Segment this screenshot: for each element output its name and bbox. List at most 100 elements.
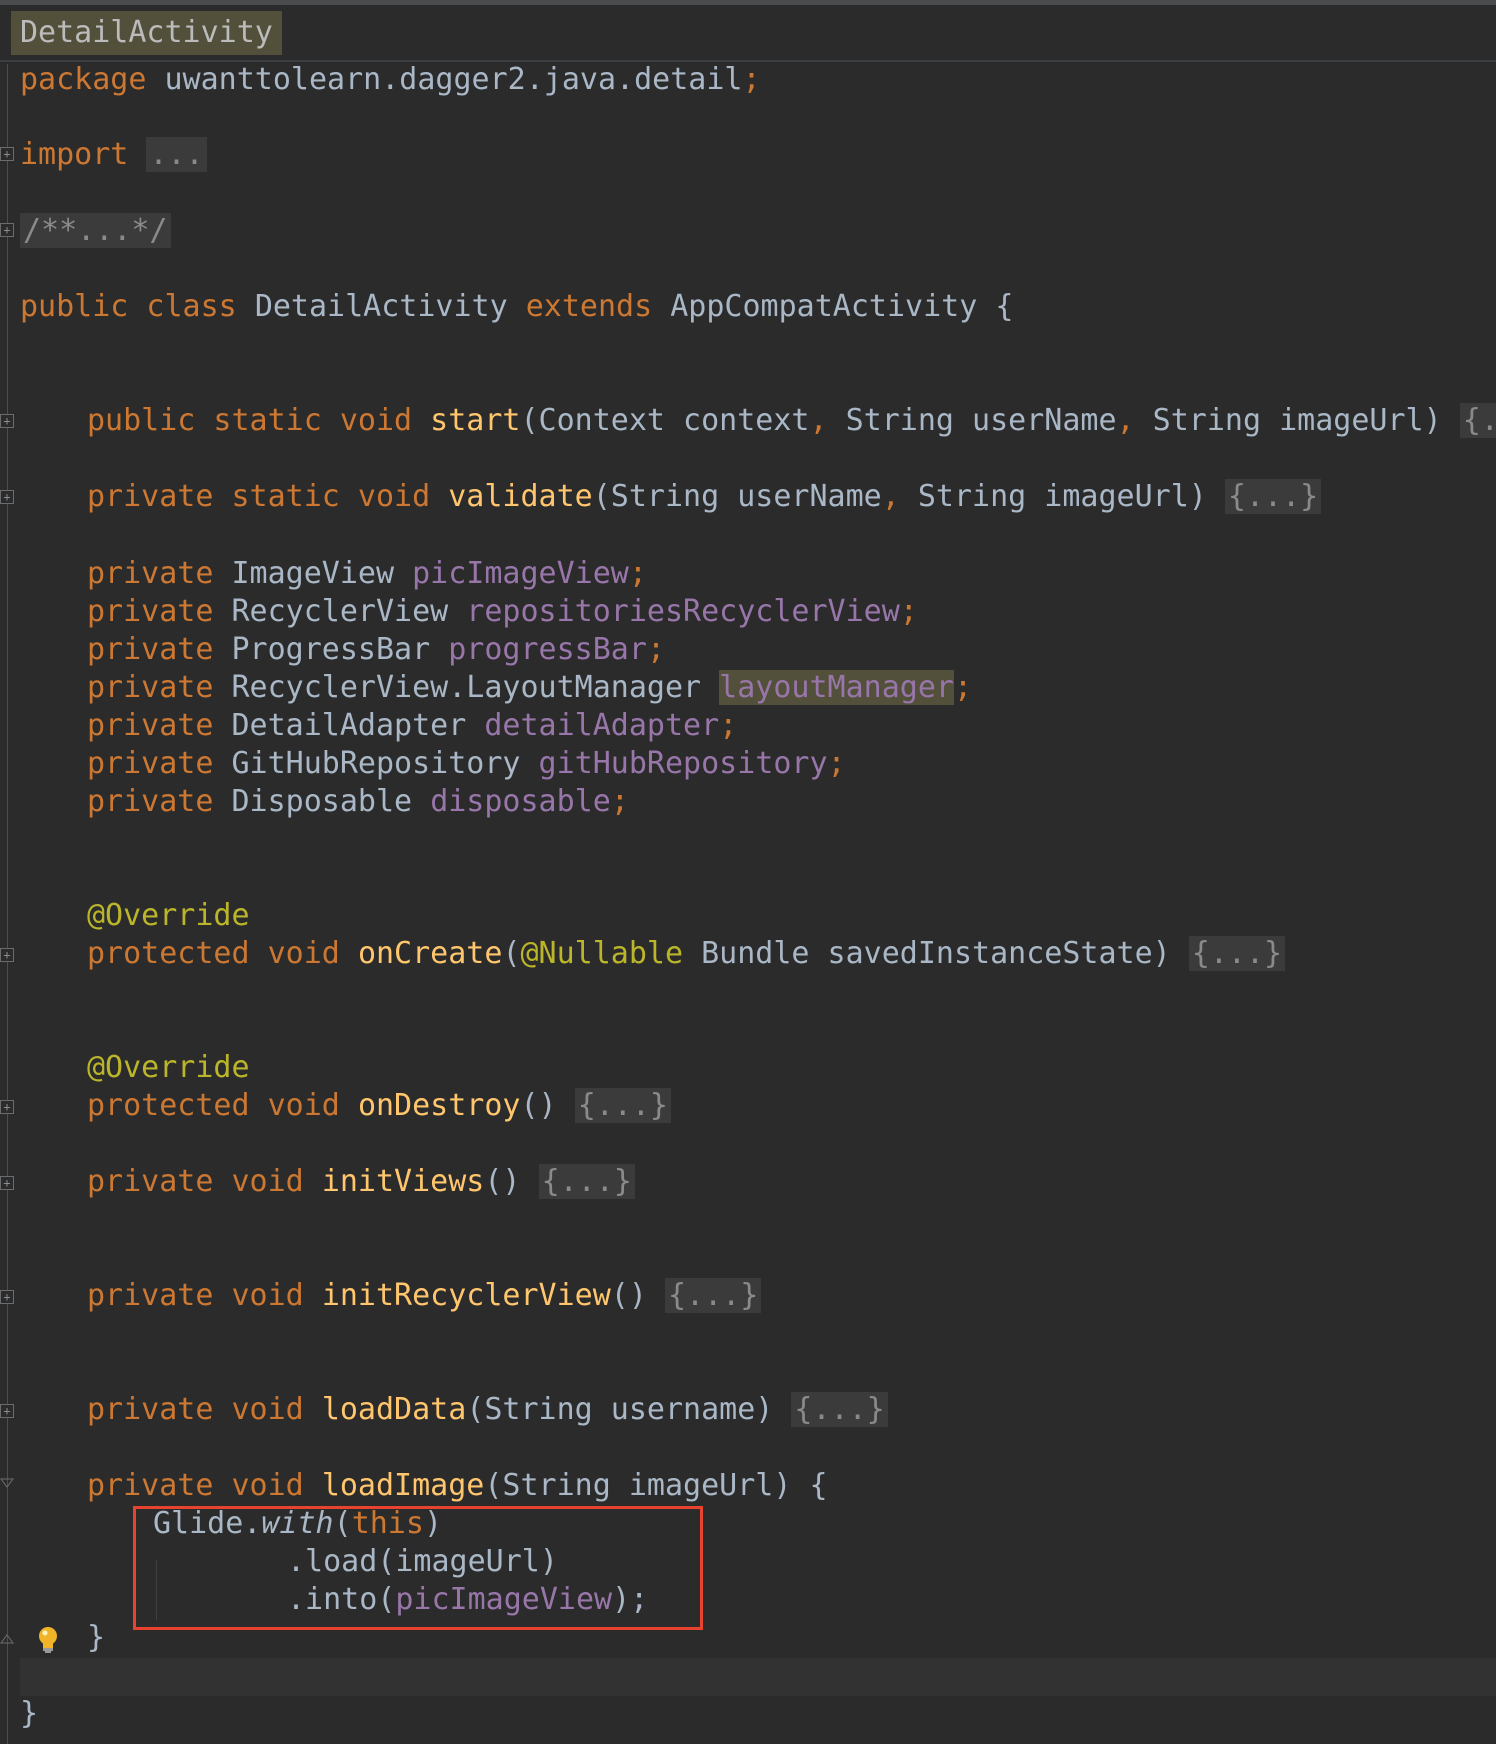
semicolon: ; (953, 670, 973, 705)
code-line-import[interactable]: import ... (20, 136, 207, 174)
field-type: ImageView (231, 556, 395, 591)
code-line-start-method[interactable]: public static void start(Context context… (87, 402, 1496, 440)
field-name: picImageView (412, 556, 629, 591)
code-line-field[interactable]: private DetailAdapter detailAdapter; (87, 707, 737, 745)
open-brace: { (995, 289, 1014, 324)
current-line-highlight (20, 1658, 1496, 1696)
code-line-field[interactable]: private ImageView picImageView; (87, 555, 647, 593)
collapsed-block[interactable]: {...} (1224, 479, 1322, 514)
fold-icon[interactable]: + (0, 1176, 14, 1190)
tab-detail-activity[interactable]: DetailActivity (11, 11, 282, 55)
code-line-on-destroy[interactable]: protected void onDestroy() {...} (87, 1087, 671, 1125)
annotation: @Override (87, 1050, 250, 1085)
code-line-field[interactable]: private Disposable disposable; (87, 783, 629, 821)
collapsed-block[interactable]: {...} (1459, 403, 1496, 438)
annotation: @Override (87, 898, 250, 933)
gutter-divider (7, 64, 8, 1744)
code-line-load-data[interactable]: private void loadData(String username) {… (87, 1391, 888, 1429)
code-line-class-declaration[interactable]: public class DetailActivity extends AppC… (20, 288, 1013, 326)
keyword: private (87, 556, 214, 591)
semicolon: ; (827, 746, 846, 781)
keyword: package (20, 62, 147, 97)
params: (Context context (520, 403, 810, 438)
fold-icon[interactable]: + (0, 1100, 14, 1114)
params: String userName (827, 403, 1117, 438)
code-line-doc-comment[interactable]: /**...*/ (20, 212, 171, 250)
field-type: DetailAdapter (231, 708, 467, 743)
code-editor[interactable]: DetailActivity package uwanttolearn.dagg… (0, 0, 1496, 1744)
code-line-init-views[interactable]: private void initViews() {...} (87, 1163, 635, 1201)
params: (String username) (466, 1392, 774, 1427)
params: (String userName (592, 479, 882, 514)
method-name: onDestroy (357, 1088, 521, 1123)
fold-icon[interactable]: + (0, 1404, 14, 1418)
comma: , (881, 479, 900, 514)
field-name: progressBar (448, 632, 647, 667)
keyword: import (20, 137, 129, 172)
params: Bundle savedInstanceState) (683, 936, 1171, 971)
semicolon: ; (646, 632, 665, 667)
collapsed-block[interactable]: {...} (791, 1392, 888, 1427)
fold-icon[interactable]: + (0, 223, 14, 237)
code-line-field[interactable]: private ProgressBar progressBar; (87, 631, 665, 669)
keyword: protected void (87, 936, 340, 971)
comma: , (1116, 403, 1135, 438)
collapsed-doc-comment[interactable]: /**...*/ (20, 213, 171, 248)
highlight-box (133, 1506, 703, 1630)
field-type: GitHubRepository (231, 746, 521, 781)
keyword: public static void (87, 403, 413, 438)
keyword: private void (87, 1164, 304, 1199)
fold-icon[interactable]: + (0, 1290, 14, 1304)
fold-icon[interactable]: + (0, 414, 14, 428)
code-line-annotation[interactable]: @Override (87, 897, 250, 935)
code-line-method-close[interactable]: } (87, 1619, 105, 1657)
package-name: uwanttolearn.dagger2.java.detail (164, 62, 743, 97)
collapsed-block[interactable]: {...} (538, 1164, 635, 1199)
field-name-highlighted: layoutManager (719, 670, 954, 705)
class-name: DetailActivity (254, 289, 508, 324)
collapsed-block[interactable]: {...} (1188, 936, 1286, 971)
field-type: RecyclerView.LayoutManager (231, 670, 702, 705)
code-line-field[interactable]: private GitHubRepository gitHubRepositor… (87, 745, 846, 783)
code-line-init-recycler-view[interactable]: private void initRecyclerView() {...} (87, 1277, 762, 1315)
code-line-class-close[interactable]: } (20, 1695, 38, 1733)
params: () (610, 1278, 647, 1313)
field-name: repositoriesRecyclerView (466, 594, 900, 629)
close-brace: } (20, 1696, 39, 1731)
field-type: ProgressBar (231, 632, 431, 667)
collapsed-block[interactable]: {...} (664, 1278, 762, 1313)
params: () (520, 1088, 557, 1123)
annotation: @Nullable (520, 936, 684, 971)
keyword: extends (525, 289, 653, 324)
method-name: validate (448, 479, 593, 514)
code-line-package[interactable]: package uwanttolearn.dagger2.java.detail… (20, 61, 761, 99)
method-name: onCreate (357, 936, 503, 971)
fold-icon[interactable]: + (0, 490, 14, 504)
keyword: private (87, 746, 214, 781)
code-line-load-image[interactable]: private void loadImage(String imageUrl) … (87, 1467, 828, 1505)
field-name: disposable (430, 784, 611, 819)
fold-close-icon[interactable] (0, 1634, 14, 1644)
field-type: RecyclerView (231, 594, 449, 629)
collapsed-block[interactable]: ... (146, 137, 207, 172)
fold-open-icon[interactable] (0, 1478, 14, 1488)
fold-icon[interactable]: + (0, 948, 14, 962)
keyword: private static void (87, 479, 431, 514)
code-line-validate-method[interactable]: private static void validate(String user… (87, 478, 1322, 516)
collapsed-block[interactable]: {...} (574, 1088, 671, 1123)
close-brace: } (87, 1620, 106, 1655)
method-name: loadImage (321, 1468, 485, 1503)
semicolon: ; (742, 62, 761, 97)
code-line-field[interactable]: private RecyclerView repositoriesRecycle… (87, 593, 918, 631)
fold-icon[interactable]: + (0, 147, 14, 161)
parent-class: AppCompatActivity (670, 289, 978, 324)
keyword: private void (87, 1468, 304, 1503)
code-line-on-create[interactable]: protected void onCreate(@Nullable Bundle… (87, 935, 1286, 973)
code-line-annotation[interactable]: @Override (87, 1049, 250, 1087)
params: (String imageUrl) { (484, 1468, 828, 1503)
params: () (484, 1164, 521, 1199)
code-line-field[interactable]: private RecyclerView.LayoutManager layou… (87, 669, 972, 707)
field-type: Disposable (231, 784, 413, 819)
lightbulb-icon[interactable] (36, 1625, 60, 1655)
params: String imageUrl) (1134, 403, 1442, 438)
